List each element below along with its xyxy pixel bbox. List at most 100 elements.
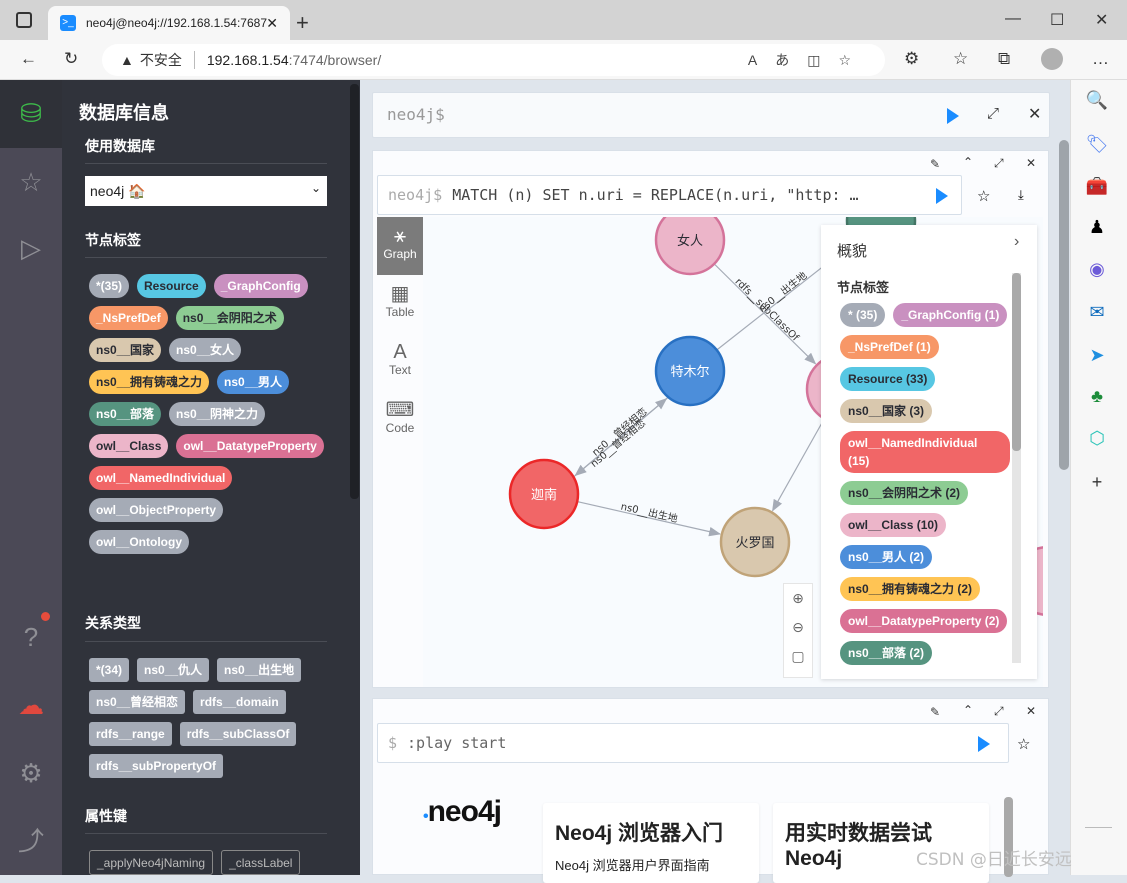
back-icon[interactable]: ← bbox=[20, 49, 37, 69]
node-label-tag[interactable]: ns0__男人 bbox=[217, 370, 290, 394]
close-window-button[interactable]: ✕ bbox=[1095, 10, 1108, 30]
close-icon[interactable]: ✕ bbox=[1028, 104, 1041, 124]
extensions-icon[interactable]: ⚙ bbox=[904, 49, 919, 69]
node-label-tag[interactable]: owl__NamedIndividual bbox=[89, 466, 233, 490]
close-tab-icon[interactable]: ✕ bbox=[266, 15, 278, 32]
about-icon[interactable]: ⤴ bbox=[14, 824, 48, 858]
play-monitor-icon[interactable]: ▷ bbox=[14, 231, 48, 265]
view-tab-graph[interactable]: ⚹ Graph bbox=[377, 217, 423, 275]
rel-type-tag[interactable]: ns0__仇人 bbox=[137, 658, 210, 682]
relationship-edge[interactable] bbox=[772, 418, 825, 512]
node-label-tag[interactable]: ns0__会阴阳之术 bbox=[175, 306, 284, 330]
card-live-data[interactable]: 用实时数据尝试 Neo4j bbox=[773, 803, 989, 883]
main-scrollbar[interactable] bbox=[1059, 140, 1069, 470]
rel-type-tag[interactable]: *(34) bbox=[89, 658, 130, 682]
rel-type-tag[interactable]: ns0__出生地 bbox=[217, 658, 302, 682]
profile-avatar[interactable] bbox=[1041, 48, 1063, 70]
maximize-button[interactable]: ☐ bbox=[1050, 10, 1064, 30]
node-label-tag[interactable]: ns0__拥有铸魂之力 bbox=[89, 370, 210, 394]
collapse-icon[interactable]: ⌃ bbox=[963, 155, 973, 169]
add-icon[interactable]: + bbox=[1085, 472, 1109, 493]
overview-label-tag[interactable]: owl__DatatypeProperty (2) bbox=[840, 609, 1008, 633]
rel-type-tag[interactable]: ns0__曾经相恋 bbox=[89, 690, 186, 714]
tools-icon[interactable]: 🧰 bbox=[1085, 176, 1109, 197]
graph-node[interactable]: 特木尔 bbox=[654, 335, 726, 407]
more-icon[interactable]: … bbox=[1092, 49, 1109, 69]
overview-label-tag[interactable]: owl__Class (10) bbox=[840, 513, 947, 537]
zoom-in-icon[interactable]: ⊕ bbox=[784, 590, 812, 607]
address-bar[interactable]: ▲ 不安全 192.168.1.54:7474/browser/ Aあ◫☆ bbox=[102, 44, 885, 76]
app-icon[interactable]: ⬡ bbox=[1085, 428, 1109, 449]
send-icon[interactable]: ➤ bbox=[1085, 345, 1109, 366]
overview-label-tag[interactable]: ns0__国家 (3) bbox=[840, 399, 933, 423]
node-label-tag[interactable]: Resource bbox=[137, 274, 206, 298]
overview-label-tag[interactable]: ns0__拥有铸魂之力 (2) bbox=[840, 577, 981, 601]
pin-icon[interactable]: ✎ bbox=[930, 705, 940, 719]
property-key-tag[interactable]: _classLabel bbox=[221, 850, 301, 875]
node-label-tag[interactable]: ns0__阴神之力 bbox=[169, 402, 266, 426]
database-icon[interactable]: ⛁ bbox=[14, 96, 48, 130]
run-icon[interactable] bbox=[936, 188, 948, 204]
shopping-tag-icon[interactable]: 🏷 bbox=[1085, 134, 1109, 155]
favorite-star-icon[interactable]: ☆ bbox=[1017, 735, 1030, 753]
view-tab-code[interactable]: ⌨ Code bbox=[377, 391, 423, 449]
favorite-star-icon[interactable]: ☆ bbox=[977, 187, 990, 205]
node-label-tag[interactable]: owl__ObjectProperty bbox=[89, 498, 224, 522]
graph-node[interactable]: 女人 bbox=[654, 217, 726, 276]
node-label-tag[interactable]: owl__DatatypeProperty bbox=[176, 434, 324, 458]
node-label-tag[interactable]: ns0__国家 bbox=[89, 338, 162, 362]
tab-actions-icon[interactable] bbox=[16, 12, 32, 28]
fullscreen-icon[interactable]: ⤢ bbox=[994, 704, 1004, 719]
graph-node[interactable]: 迦南 bbox=[508, 458, 580, 530]
overview-label-tag[interactable]: _GraphConfig (1) bbox=[893, 303, 1008, 327]
frame-query[interactable]: neo4j$ MATCH (n) SET n.uri = REPLACE(n.u… bbox=[377, 175, 962, 215]
overview-label-tag[interactable]: ns0__男人 (2) bbox=[840, 545, 933, 569]
fullscreen-icon[interactable]: ⤢ bbox=[987, 105, 999, 122]
graph-node[interactable]: 火罗国 bbox=[719, 506, 791, 578]
frame-query[interactable]: $ :play start bbox=[377, 723, 1009, 763]
node-label-tag[interactable]: owl__Ontology bbox=[89, 530, 190, 554]
rel-type-tag[interactable]: rdfs__subPropertyOf bbox=[89, 754, 224, 778]
overview-label-tag[interactable]: _NsPrefDef (1) bbox=[840, 335, 939, 359]
collapse-icon[interactable]: ⌃ bbox=[963, 703, 973, 717]
star-icon[interactable]: ☆ bbox=[14, 165, 48, 199]
run-icon[interactable] bbox=[947, 108, 959, 124]
tree-icon[interactable]: ♣ bbox=[1085, 386, 1109, 407]
help-icon[interactable]: ? bbox=[14, 620, 48, 654]
download-icon[interactable]: ⤓ bbox=[1018, 187, 1024, 203]
overview-label-tag[interactable]: owl__NamedIndividual (15) bbox=[840, 431, 1010, 473]
disconnected-cloud-icon[interactable]: ☁ bbox=[14, 688, 48, 722]
overview-label-tag[interactable]: ns0__会阴阳之术 (2) bbox=[840, 481, 969, 505]
card-getting-started[interactable]: Neo4j 浏览器入门 Neo4j 浏览器用户界面指南 bbox=[543, 803, 759, 883]
collections-icon[interactable]: ⧉ bbox=[998, 49, 1010, 69]
overview-scrollbar[interactable] bbox=[1012, 273, 1021, 663]
main-editor[interactable]: neo4j$ ⤢ ✕ bbox=[372, 92, 1050, 138]
node-label-tag[interactable]: *(35) bbox=[89, 274, 130, 298]
office-icon[interactable]: ◉ bbox=[1085, 259, 1109, 280]
view-tab-table[interactable]: ▦ Table bbox=[377, 275, 423, 333]
property-key-tag[interactable]: _applyNeo4jNaming bbox=[89, 850, 214, 875]
node-label-tag[interactable]: owl__Class bbox=[89, 434, 169, 458]
fullscreen-icon[interactable]: ⤢ bbox=[994, 156, 1004, 171]
settings-icon[interactable]: ⚙ bbox=[14, 756, 48, 790]
new-tab-button[interactable]: + bbox=[296, 10, 309, 36]
minimize-button[interactable]: — bbox=[1005, 10, 1021, 28]
node-label-tag[interactable]: ns0__女人 bbox=[169, 338, 242, 362]
collapse-overview-icon[interactable]: › bbox=[1014, 233, 1019, 251]
search-icon[interactable]: 🔍 bbox=[1085, 90, 1109, 111]
run-icon[interactable] bbox=[978, 736, 990, 752]
fit-icon[interactable]: ▢ bbox=[784, 648, 812, 665]
overview-label-tag[interactable]: * (35) bbox=[840, 303, 886, 327]
refresh-icon[interactable]: ↻ bbox=[64, 49, 78, 69]
address-bar-actions-icon[interactable]: Aあ◫☆ bbox=[748, 50, 869, 70]
panel-scrollbar[interactable] bbox=[350, 84, 359, 499]
overview-label-tag[interactable]: ns0__部落 (2) bbox=[840, 641, 933, 665]
outlook-icon[interactable]: ✉ bbox=[1085, 302, 1109, 323]
zoom-out-icon[interactable]: ⊖ bbox=[784, 619, 812, 636]
browser-tab[interactable]: >_ neo4j@neo4j://192.168.1.54:7687 ✕ bbox=[48, 6, 290, 40]
node-label-tag[interactable]: _GraphConfig bbox=[213, 274, 308, 298]
close-frame-icon[interactable]: ✕ bbox=[1026, 156, 1036, 170]
rel-type-tag[interactable]: rdfs__range bbox=[89, 722, 172, 746]
rel-type-tag[interactable]: rdfs__domain bbox=[193, 690, 286, 714]
rel-type-tag[interactable]: rdfs__subClassOf bbox=[179, 722, 297, 746]
